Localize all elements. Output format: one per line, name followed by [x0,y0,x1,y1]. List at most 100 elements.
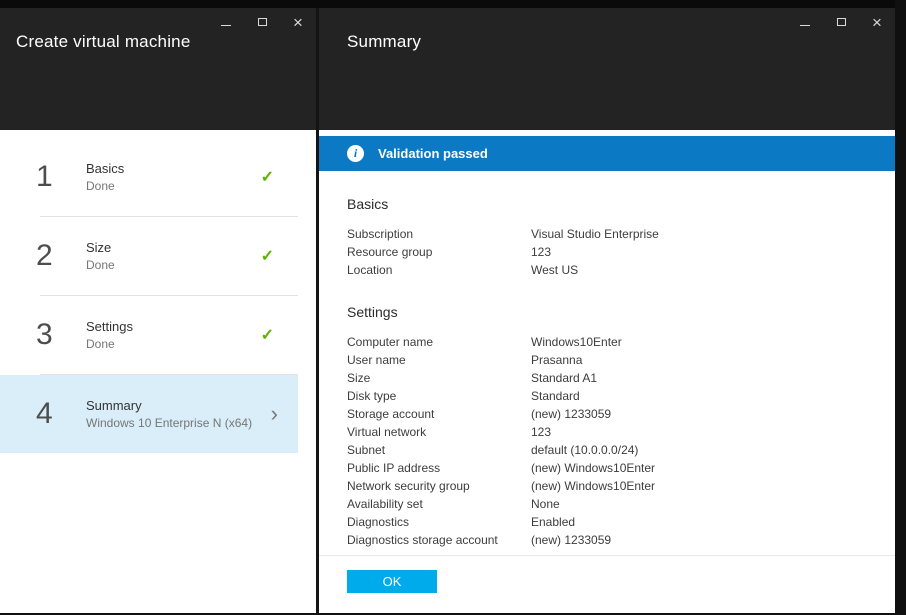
summary-row-availability-set: Availability set None [347,495,867,513]
summary-row-subnet: Subnet default (10.0.0.0/24) [347,441,867,459]
row-value: 123 [531,425,867,439]
summary-row-computer-name: Computer name Windows10Enter [347,333,867,351]
summary-row-user-name: User name Prasanna [347,351,867,369]
ok-button[interactable]: OK [347,570,437,593]
row-label: User name [347,353,531,367]
step-basics[interactable]: 1 Basics Done ✓ [0,138,298,216]
row-label: Subscription [347,227,531,241]
step-text: Summary Windows 10 Enterprise N (x64) [86,398,271,430]
row-value: Enabled [531,515,867,529]
row-label: Public IP address [347,461,531,475]
background-top-strip [0,0,906,8]
validation-banner: i Validation passed [319,136,895,171]
step-title: Summary [86,398,271,413]
check-icon: ✓ [261,325,274,345]
step-size[interactable]: 2 Size Done ✓ [0,217,298,295]
basics-section-heading: Basics [347,196,867,212]
check-icon: ✓ [261,246,274,266]
maximize-button[interactable] [833,14,849,30]
summary-row-network-security-group: Network security group (new) Windows10En… [347,477,867,495]
step-number: 2 [36,239,86,273]
maximize-icon [837,18,846,26]
maximize-icon [258,18,267,26]
step-text: Basics Done [86,161,261,193]
row-label: Diagnostics storage account [347,533,531,547]
row-value: (new) 1233059 [531,533,867,547]
row-label: Subnet [347,443,531,457]
create-vm-blade-header: Create virtual machine × [0,8,316,130]
chevron-right-icon: › [271,403,278,425]
summary-row-diagnostics-storage-account: Diagnostics storage account (new) 123305… [347,531,867,549]
step-number: 1 [36,160,86,194]
maximize-button[interactable] [254,14,270,30]
row-value: Prasanna [531,353,867,367]
summary-content: Basics Subscription Visual Studio Enterp… [319,171,895,555]
row-value: (new) Windows10Enter [531,461,867,475]
summary-row-public-ip: Public IP address (new) Windows10Enter [347,459,867,477]
settings-section-heading: Settings [347,304,867,320]
row-label: Diagnostics [347,515,531,529]
azure-create-vm-screen: Create virtual machine × 1 Basics Done ✓ [0,0,906,615]
minimize-icon [800,25,810,26]
close-button[interactable]: × [290,14,306,30]
row-value: West US [531,263,867,277]
row-label: Availability set [347,497,531,511]
summary-blade-header: Summary × [319,8,895,130]
wizard-steps-panel: 1 Basics Done ✓ 2 Size Done ✓ [0,130,316,613]
row-label: Size [347,371,531,385]
row-value: (new) Windows10Enter [531,479,867,493]
step-subtitle: Done [86,337,261,351]
row-label: Disk type [347,389,531,403]
minimize-button[interactable] [797,14,813,30]
window-controls: × [797,14,885,30]
minimize-button[interactable] [218,14,234,30]
summary-footer: OK [319,555,895,613]
background-right-strip [895,0,906,615]
row-value: Windows10Enter [531,335,867,349]
row-value: (new) 1233059 [531,407,867,421]
validation-banner-text: Validation passed [378,146,488,161]
summary-blade: Summary × i Validation passed Basics Sub… [319,8,895,613]
row-label: Location [347,263,531,277]
summary-row-resource-group: Resource group 123 [347,243,867,261]
close-icon: × [872,14,882,31]
row-label: Storage account [347,407,531,421]
blade-title: Create virtual machine [16,32,190,52]
row-label: Resource group [347,245,531,259]
step-summary[interactable]: 4 Summary Windows 10 Enterprise N (x64) … [0,375,298,453]
step-title: Settings [86,319,261,334]
summary-row-location: Location West US [347,261,867,279]
window-controls: × [218,14,306,30]
close-button[interactable]: × [869,14,885,30]
summary-row-disk-type: Disk type Standard [347,387,867,405]
step-number: 3 [36,318,86,352]
step-title: Size [86,240,261,255]
minimize-icon [221,25,231,26]
step-subtitle: Windows 10 Enterprise N (x64) [86,416,271,430]
row-label: Virtual network [347,425,531,439]
summary-row-size: Size Standard A1 [347,369,867,387]
step-settings[interactable]: 3 Settings Done ✓ [0,296,298,374]
step-title: Basics [86,161,261,176]
row-value: Standard A1 [531,371,867,385]
row-value: Visual Studio Enterprise [531,227,867,241]
create-vm-blade: Create virtual machine × 1 Basics Done ✓ [0,8,316,613]
row-value: 123 [531,245,867,259]
row-value: default (10.0.0.0/24) [531,443,867,457]
summary-row-diagnostics: Diagnostics Enabled [347,513,867,531]
wizard-steps-list: 1 Basics Done ✓ 2 Size Done ✓ [0,138,298,453]
step-subtitle: Done [86,258,261,272]
close-icon: × [293,14,303,31]
info-icon: i [347,145,364,162]
step-text: Size Done [86,240,261,272]
blade-title: Summary [347,32,421,52]
step-subtitle: Done [86,179,261,193]
step-text: Settings Done [86,319,261,351]
summary-row-subscription: Subscription Visual Studio Enterprise [347,225,867,243]
row-label: Network security group [347,479,531,493]
row-label: Computer name [347,335,531,349]
step-number: 4 [36,397,86,431]
row-value: Standard [531,389,867,403]
check-icon: ✓ [261,167,274,187]
row-value: None [531,497,867,511]
